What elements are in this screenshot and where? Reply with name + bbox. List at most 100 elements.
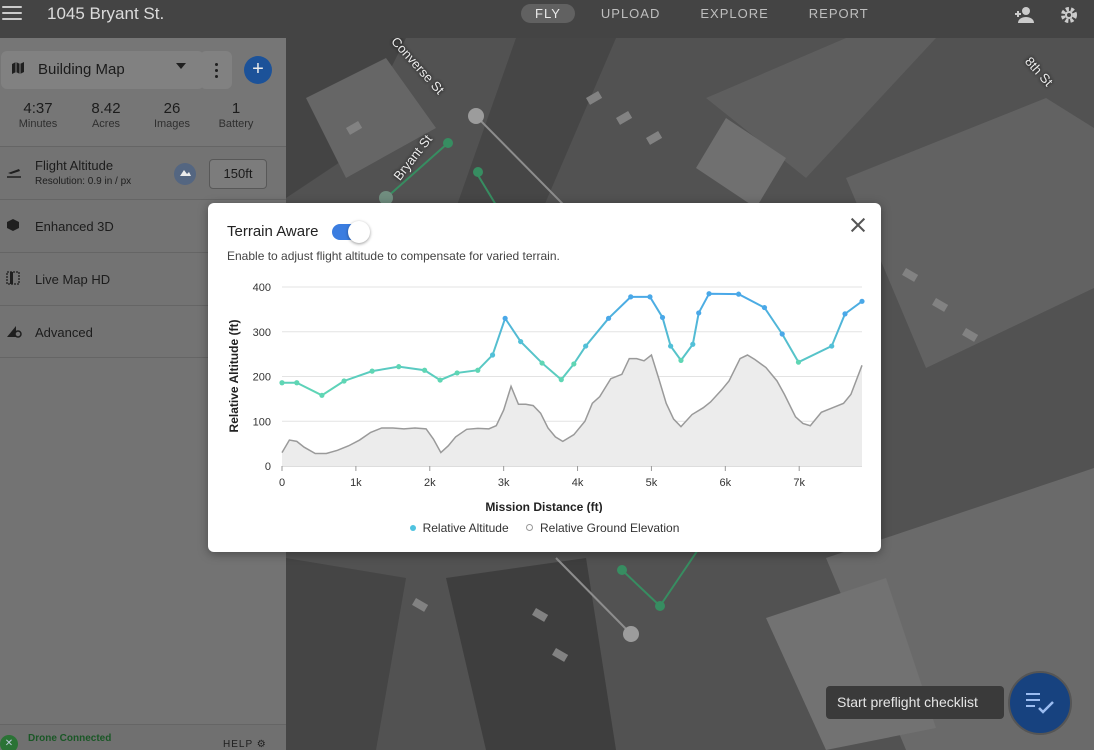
y-tick-label: 200 <box>253 372 271 384</box>
y-tick-label: 400 <box>253 282 271 294</box>
altitude-point <box>678 357 684 363</box>
legend-dot <box>525 524 533 531</box>
altitude-point <box>571 361 577 367</box>
map-icon <box>11 61 25 78</box>
tab-explore[interactable]: EXPLORE <box>686 4 782 23</box>
altitude-point <box>706 291 712 297</box>
altitude-point <box>690 341 696 347</box>
menu-icon[interactable] <box>2 4 22 22</box>
cube-icon <box>6 218 22 234</box>
stat-value: 4:37 <box>23 100 53 117</box>
x-tick-label: 7k <box>793 477 805 489</box>
legend-item-altitude: Relative Altitude <box>409 521 509 535</box>
y-tick-label: 0 <box>265 461 271 473</box>
terrain-aware-dialog: Terrain Aware Enable to adjust flight al… <box>208 203 881 552</box>
altitude-point <box>319 392 325 398</box>
tab-report[interactable]: REPORT <box>795 4 883 23</box>
altitude-point <box>279 380 285 386</box>
stat-minutes: 4:37 Minutes <box>8 100 68 130</box>
help-label: HELP <box>223 739 253 750</box>
advanced-settings-icon <box>6 324 22 340</box>
altitude-point <box>518 338 524 345</box>
altitude-point <box>647 294 653 300</box>
terrain-chart: 0 100 200 300 400 0 1k 2k 3k 4k 5k 6k 7k Mission Dis… <box>227 282 865 513</box>
sidebar-footer: ✕ Drone Connected HELP ⚙ <box>0 724 286 750</box>
altitude-point <box>294 380 300 386</box>
altitude-point <box>628 294 634 300</box>
more-options-icon[interactable] <box>200 51 232 89</box>
y-tick-label: 100 <box>253 416 271 428</box>
altitude-point <box>829 343 835 349</box>
chevron-down-icon <box>176 63 186 69</box>
close-icon[interactable] <box>850 217 866 233</box>
x-tick-label: 2k <box>424 477 436 489</box>
x-tick-label: 0 <box>279 477 285 489</box>
tab-fly[interactable]: FLY <box>521 4 575 23</box>
y-axis-label: Relative Altitude (ft) <box>227 320 241 433</box>
altitude-point <box>421 367 428 373</box>
checklist-icon[interactable] <box>1008 671 1072 735</box>
stat-battery: 1 Battery <box>206 100 266 130</box>
stat-label: Battery <box>218 118 254 130</box>
altitude-point <box>396 364 402 370</box>
altitude-point <box>779 331 785 337</box>
legend-label: Relative Ground Elevation <box>539 520 680 535</box>
mission-type-label: Building Map <box>38 61 125 78</box>
x-tick-label: 5k <box>646 477 658 489</box>
resolution-text: Resolution: 0.9 in / px <box>35 176 132 187</box>
dialog-title: Terrain Aware <box>227 223 319 240</box>
add-mission-button[interactable]: + <box>244 56 272 84</box>
sidebar-item-label: Live Map HD <box>35 272 111 287</box>
tab-upload[interactable]: UPLOAD <box>587 4 674 23</box>
altitude-point <box>859 298 865 304</box>
altitude-point <box>736 291 742 297</box>
drone-status: Drone Connected <box>28 733 112 744</box>
main-nav: FLY UPLOAD EXPLORE REPORT <box>521 4 895 23</box>
stat-value: 1 <box>231 100 241 117</box>
help-button[interactable]: HELP ⚙ <box>223 739 267 750</box>
stat-acres: 8.42 Acres <box>76 100 136 130</box>
mission-type-select[interactable]: Building Map <box>1 51 204 89</box>
altitude-point <box>437 377 443 383</box>
altitude-point <box>475 367 481 373</box>
terrain-aware-toggle[interactable] <box>332 221 370 243</box>
team-icon[interactable] <box>1014 6 1038 29</box>
site-title: 1045 Bryant St. <box>47 4 165 23</box>
x-tick-label: 6k <box>719 477 731 489</box>
preflight-checklist-button[interactable]: Start preflight checklist <box>826 686 1004 719</box>
stat-value: 8.42 <box>91 100 121 117</box>
plane-takeoff-icon <box>6 165 22 181</box>
sidebar-item-label: Flight Altitude <box>35 158 114 173</box>
stat-images: 26 Images <box>142 100 202 130</box>
stat-value: 26 <box>163 100 181 117</box>
altitude-point <box>659 314 666 321</box>
x-tick-label: 3k <box>498 477 510 489</box>
drone-icon: ✕ <box>0 735 18 750</box>
altitude-point <box>668 343 674 349</box>
legend-item-ground: Relative Ground Elevation <box>525 520 680 535</box>
top-bar: 1045 Bryant St. FLY UPLOAD EXPLORE REPOR… <box>0 0 1094 38</box>
altitude-point <box>605 315 612 321</box>
legend-label: Relative Altitude <box>422 521 509 535</box>
altitude-input[interactable]: 150ft <box>209 159 267 189</box>
x-tick-label: 1k <box>350 477 362 489</box>
x-tick-label: 4k <box>572 477 584 489</box>
stat-label: Acres <box>91 118 121 130</box>
sidebar-item-label: Advanced <box>35 325 93 340</box>
stat-label: Minutes <box>18 118 58 130</box>
terrain-aware-icon[interactable] <box>174 163 196 185</box>
altitude-point <box>454 370 460 376</box>
altitude-point <box>696 310 702 316</box>
legend-dot <box>409 525 416 531</box>
settings-icon[interactable] <box>1060 6 1078 29</box>
mission-summary: Building Map + 4:37 Minutes 8.42 Acres 2… <box>0 38 286 146</box>
sidebar-item-flight-altitude[interactable]: Flight Altitude Resolution: 0.9 in / px … <box>0 146 286 199</box>
x-axis-label: Mission Distance (ft) <box>485 500 602 513</box>
sidebar-item-label: Enhanced 3D <box>35 219 114 234</box>
altitude-point <box>369 368 375 374</box>
altitude-point <box>842 311 848 317</box>
altitude-point <box>795 359 802 365</box>
live-map-icon <box>6 271 22 287</box>
altitude-point <box>558 377 564 383</box>
stat-label: Images <box>153 118 191 130</box>
